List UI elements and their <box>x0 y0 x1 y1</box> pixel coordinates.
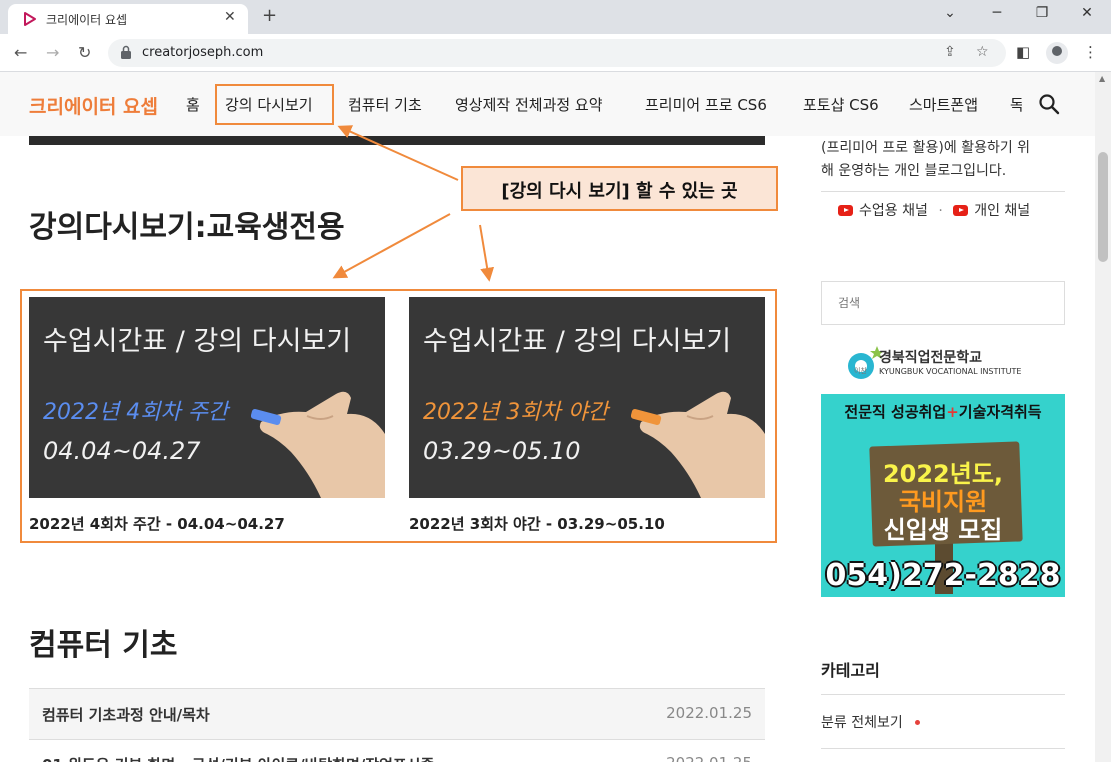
tab-search-chevron-icon[interactable]: ⌄ <box>935 5 965 21</box>
share-icon[interactable]: ⇪ <box>944 44 956 60</box>
page-scrollbar[interactable]: ▲ <box>1095 72 1111 762</box>
bookmark-star-icon[interactable]: ☆ <box>976 44 989 60</box>
tab-title: 크리에이터 요셉 <box>46 13 128 27</box>
forward-arrow-icon[interactable]: → <box>46 43 59 62</box>
minimize-icon[interactable]: ─ <box>982 5 1012 21</box>
play-favicon-icon <box>24 12 36 26</box>
annotation-label-text: [강의 다시 보기] 할 수 있는 곳 <box>501 181 738 202</box>
url-text: creatorjoseph.com <box>142 45 264 60</box>
annotation-label: [강의 다시 보기] 할 수 있는 곳 <box>461 166 778 211</box>
tab-close-icon[interactable]: ✕ <box>224 9 236 25</box>
window-close-icon[interactable]: ✕ <box>1072 5 1102 21</box>
more-menu-icon[interactable]: ⋮ <box>1083 43 1098 61</box>
reload-icon[interactable]: ↻ <box>78 43 91 62</box>
page-viewport: (프리미어 프로 활용)에 활용하기 위 해 운영하는 개인 블로그입니다. 수… <box>0 72 1095 762</box>
side-panel-icon[interactable]: ◧ <box>1016 43 1030 61</box>
address-bar[interactable]: creatorjoseph.com ⇪ ☆ <box>108 39 1006 67</box>
restore-icon[interactable]: ❐ <box>1027 5 1057 21</box>
browser-toolbar: ← → ↻ creatorjoseph.com ⇪ ☆ ◧ ⋮ <box>0 34 1111 72</box>
browser-tab-bar: 크리에이터 요셉 ✕ + ⌄ ─ ❐ ✕ <box>0 0 1111 34</box>
scroll-up-icon[interactable]: ▲ <box>1099 74 1105 83</box>
new-tab-icon[interactable]: + <box>262 5 277 26</box>
back-arrow-icon[interactable]: ← <box>14 43 27 62</box>
browser-tab[interactable]: 크리에이터 요셉 ✕ <box>8 4 248 34</box>
profile-avatar-icon[interactable] <box>1046 42 1068 64</box>
lock-icon <box>121 45 131 59</box>
scroll-thumb[interactable] <box>1098 152 1108 262</box>
